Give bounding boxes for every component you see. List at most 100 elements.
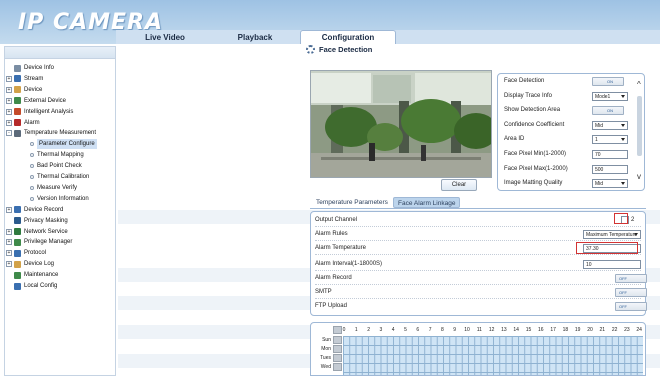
sidebar-item[interactable]: + Alarm — [6, 118, 40, 128]
face-setting-input[interactable]: 500 — [592, 164, 628, 174]
chevron-down-icon[interactable]: v — [637, 172, 641, 181]
alarm-rules-select[interactable]: Maximum Temperature — [583, 230, 641, 239]
schedule-day-button[interactable] — [333, 345, 342, 353]
sidebar-item[interactable]: Thermal Calibration — [30, 172, 89, 182]
face-setting-label: Image Matting Quality — [504, 180, 563, 187]
sidebar-item[interactable]: + Device Record — [6, 205, 63, 215]
sidebar-item[interactable]: Thermal Mapping — [30, 150, 84, 160]
expand-toggle-icon[interactable]: + — [6, 86, 12, 93]
tab-live-video[interactable]: Live Video — [120, 32, 210, 44]
sidebar-item[interactable]: Measure Verify — [30, 183, 77, 193]
sidebar-item[interactable]: + Device Log — [6, 259, 54, 269]
sidebar-item[interactable]: + Stream — [6, 74, 43, 84]
tree-node-icon — [30, 175, 34, 179]
tab-playback[interactable]: Playback — [210, 32, 300, 44]
face-setting-toggle[interactable]: ON — [592, 77, 624, 86]
expand-toggle-icon[interactable]: + — [6, 261, 12, 268]
expand-toggle-icon[interactable]: - — [6, 130, 12, 137]
sidebar-item[interactable]: + Network Service — [6, 227, 68, 237]
expand-toggle-icon[interactable]: + — [6, 250, 12, 257]
schedule-hour-label: 3 — [379, 327, 383, 333]
face-setting-value: ON — [607, 79, 613, 84]
schedule-day-button[interactable] — [333, 363, 342, 371]
expand-toggle-icon[interactable]: + — [6, 97, 12, 104]
schedule-hour-label: 21 — [599, 327, 606, 333]
sidebar-item-label: Intelligent Analysis — [24, 108, 74, 115]
expand-toggle-icon[interactable]: + — [6, 239, 12, 246]
face-setting-label: Area ID — [504, 136, 525, 143]
sidebar-item[interactable]: Device Info — [6, 63, 54, 73]
schedule-day-label: Tues — [320, 355, 331, 361]
sidebar-item[interactable]: Local Config — [6, 281, 57, 291]
ftp-upload-toggle[interactable]: OFF — [615, 302, 647, 311]
schedule-hour-label: 18 — [562, 327, 569, 333]
video-preview[interactable] — [310, 70, 492, 178]
alarm-interval-input[interactable]: 10 — [583, 260, 641, 269]
alarm-record-state: OFF — [619, 276, 627, 281]
expand-toggle-icon[interactable]: + — [6, 75, 12, 82]
expand-toggle-icon[interactable]: + — [6, 228, 12, 235]
tab-configuration[interactable]: Configuration — [300, 30, 396, 44]
smtp-toggle[interactable]: OFF — [615, 288, 647, 297]
face-setting-row: Area ID 1 — [504, 134, 634, 145]
sidebar-item[interactable]: Privacy Masking — [6, 216, 68, 226]
face-setting-value: ON — [607, 108, 613, 114]
schedule-hour-label: 7 — [428, 327, 432, 333]
chevron-up-icon[interactable]: ^ — [637, 80, 641, 89]
face-setting-select[interactable]: Mid — [592, 179, 628, 189]
sidebar-item[interactable]: Version Information — [30, 194, 89, 204]
face-setting-value: 500 — [595, 166, 604, 173]
sidebar-item[interactable]: + Protocol — [6, 248, 46, 258]
expand-toggle-icon[interactable]: + — [6, 119, 12, 126]
sidebar-item[interactable]: Bad Point Check — [30, 161, 82, 171]
schedule-day-button[interactable] — [333, 336, 342, 344]
tab-face-alarm-linkage[interactable]: Face Alarm Linkage — [393, 197, 461, 208]
expand-toggle-icon[interactable]: + — [6, 108, 12, 115]
face-setting-select[interactable]: Mid — [592, 120, 628, 130]
face-setting-row: Face Pixel Min(1-2000) 70 — [504, 149, 634, 160]
sidebar-item-label: Protocol — [24, 250, 47, 257]
face-setting-select[interactable]: Mode1 — [592, 91, 628, 101]
sidebar-item[interactable]: Parameter Configure — [30, 139, 97, 150]
clear-button[interactable]: Clear — [441, 179, 477, 191]
scrollbar-thumb[interactable] — [637, 96, 642, 156]
sidebar-item-label: Privacy Masking — [24, 217, 68, 224]
expand-toggle-icon[interactable]: + — [6, 206, 12, 213]
sidebar-item[interactable]: - Temperature Measurement — [6, 128, 96, 138]
face-setting-select[interactable]: 1 — [592, 135, 628, 145]
sidebar-item-label: Stream — [24, 75, 44, 82]
schedule-hour-label: 1 — [354, 327, 358, 333]
face-setting-input[interactable]: 70 — [592, 150, 628, 159]
schedule-grid[interactable] — [343, 336, 643, 375]
face-setting-row: Face Pixel Max(1-2000) 500 — [504, 164, 634, 175]
menu-icon — [14, 64, 21, 72]
schedule-day-button[interactable] — [333, 354, 342, 362]
sidebar-item[interactable]: Maintenance — [6, 270, 58, 280]
tab-temperature-parameters[interactable]: Temperature Parameters — [312, 197, 392, 208]
sidebar-item[interactable]: + Device — [6, 85, 42, 95]
alarm-record-toggle[interactable]: OFF — [615, 274, 647, 283]
sidebar-item-label: Parameter Configure — [37, 139, 97, 150]
sidebar-item[interactable]: + Privilege Manager — [6, 237, 72, 247]
tree-node-icon — [30, 153, 34, 158]
schedule-hour-label: 8 — [441, 327, 444, 333]
face-setting-toggle[interactable]: ON — [592, 106, 624, 116]
face-setting-row: Confidence Coefficient Mid — [504, 120, 634, 131]
menu-icon — [14, 260, 21, 268]
sidebar-header — [5, 47, 115, 59]
face-setting-row: Face Detection ON — [504, 76, 634, 87]
dropdown-arrow-icon — [634, 233, 638, 236]
schedule-hour-label: 14 — [513, 327, 519, 333]
schedule-day-label: Wed — [320, 364, 331, 370]
schedule-hour-label: 5 — [404, 327, 407, 333]
sidebar-item[interactable]: + External Device — [6, 96, 66, 106]
sidebar-item-label: External Device — [24, 97, 67, 104]
schedule-hour-label: 17 — [550, 327, 556, 333]
schedule-hour-label: 22 — [611, 327, 618, 333]
camera-scene-image — [311, 71, 491, 177]
ftp-upload-row: FTP Upload OFF — [315, 300, 647, 313]
sidebar-item[interactable]: + Intelligent Analysis — [6, 107, 73, 117]
dropdown-arrow-icon — [621, 182, 625, 186]
schedule-hour-label: 10 — [464, 327, 470, 333]
menu-icon — [14, 238, 21, 246]
